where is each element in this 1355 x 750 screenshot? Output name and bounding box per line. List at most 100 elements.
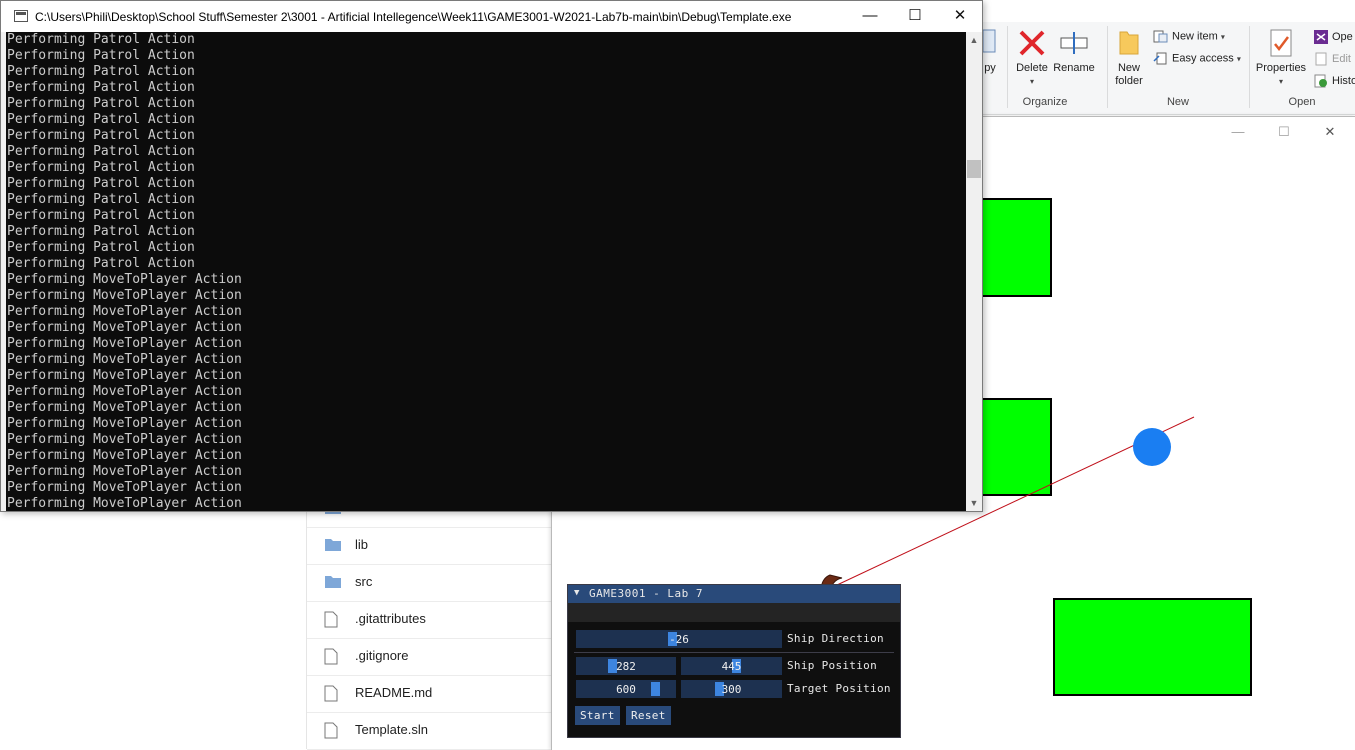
copy-icon [983,29,996,53]
console-line: Performing MoveToPlayer Action [7,304,242,319]
easy-access-button[interactable]: Easy access ▾ [1153,52,1241,65]
delete-button[interactable]: Delete ▾ [1011,28,1053,88]
list-item[interactable]: lib [307,527,553,565]
open-button[interactable]: Ope [1314,30,1353,44]
collapse-arrow-icon[interactable]: ▼ [574,588,579,598]
console-line: Performing Patrol Action [7,80,195,95]
console-scrollbar[interactable]: ▲ ▼ [966,32,982,511]
imgui-title: GAME3001 - Lab 7 [589,587,703,600]
ship-direction-label: Ship Direction [787,632,884,645]
console-line: Performing Patrol Action [7,96,195,111]
open-label: Ope [1332,30,1353,43]
console-line: Performing MoveToPlayer Action [7,480,242,495]
target-position-x-slider[interactable]: 600 [576,680,676,698]
console-line: Performing Patrol Action [7,176,195,191]
obstacle-box [971,398,1052,496]
console-line: Performing Patrol Action [7,224,195,239]
console-line: Performing MoveToPlayer Action [7,400,242,415]
console-line: Performing Patrol Action [7,128,195,143]
properties-button[interactable]: Properties ▾ [1253,28,1309,88]
properties-icon [1270,29,1292,57]
obstacle-box [971,198,1052,297]
ship-position-y-slider[interactable]: 445 [681,657,782,675]
console-titlebar[interactable]: C:\Users\Phili\Desktop\School Stuff\Seme… [1,1,982,32]
new-folder-button[interactable]: New folder [1111,28,1147,88]
reset-button[interactable]: Reset [626,706,671,725]
new-item-button[interactable]: New item ▾ [1153,30,1225,43]
console-line: Performing Patrol Action [7,144,195,159]
list-item[interactable]: Template.sln [307,712,553,750]
imgui-titlebar[interactable]: ▼ GAME3001 - Lab 7 [568,585,900,603]
console-lines: Performing Patrol Action Performing Patro… [7,32,242,511]
history-label: Histo [1332,74,1355,87]
file-icon [324,611,338,628]
ship-position-x-value: 282 [616,660,636,673]
console-app-icon [14,10,28,22]
console-line: Performing Patrol Action [7,208,195,223]
group-open-label: Open [1288,96,1316,108]
console-window[interactable]: C:\Users\Phili\Desktop\School Stuff\Seme… [0,0,983,512]
group-new-label: New [1166,96,1189,108]
scrollbar-thumb[interactable] [967,160,981,178]
edit-label: Edit [1332,52,1351,65]
easy-access-icon [1153,52,1167,65]
file-icon [324,648,338,665]
copy-label: py [984,62,996,74]
separator [574,652,894,653]
new-folder-label: New folder [1115,62,1143,87]
file-name: .gitattributes [355,611,426,626]
console-line: Performing MoveToPlayer Action [7,432,242,447]
ship-direction-slider[interactable]: -26 [576,630,782,648]
console-line: Performing MoveToPlayer Action [7,384,242,399]
rename-button[interactable]: Rename [1053,28,1095,75]
list-item[interactable]: .gitignore [307,638,553,676]
console-line: Performing Patrol Action [7,256,195,271]
console-output[interactable]: Performing Patrol Action Performing Patro… [6,32,966,511]
copy-button[interactable]: py [983,28,997,75]
history-icon [1314,74,1327,88]
delete-icon [1019,30,1045,56]
close-button[interactable]: ✕ [937,1,983,31]
list-item[interactable]: src [307,564,553,602]
target-position-y-slider[interactable]: 300 [681,680,782,698]
ship-direction-value: -26 [669,633,689,646]
group-organize-label: Organize [1022,96,1068,108]
folder-icon [1119,31,1139,55]
delete-label: Delete [1016,62,1048,74]
list-item[interactable]: README.md [307,675,553,713]
file-name: Template.sln [355,722,428,737]
console-line: Performing MoveToPlayer Action [7,368,242,383]
file-icon [324,685,338,702]
file-name: src [355,574,373,589]
console-line: Performing Patrol Action [7,32,195,47]
rename-label: Rename [1053,62,1095,74]
imgui-panel[interactable]: ▼ GAME3001 - Lab 7 -26 Ship Direction 28… [567,584,901,738]
console-line: Performing MoveToPlayer Action [7,336,242,351]
new-item-label: New item [1172,30,1218,43]
visual-studio-icon [1314,30,1328,44]
console-line: Performing MoveToPlayer Action [7,416,242,431]
scroll-up-icon[interactable]: ▲ [966,32,982,48]
console-line: Performing Patrol Action [7,48,195,63]
console-line: Performing MoveToPlayer Action [7,272,242,287]
scroll-down-icon[interactable]: ▼ [966,495,982,511]
file-name: .gitignore [355,648,409,663]
properties-label: Properties [1255,62,1307,74]
chevron-down-icon: ▾ [1236,54,1241,64]
target-position-label: Target Position [787,682,891,695]
target-position-y-value: 300 [721,683,742,696]
maximize-button[interactable]: ☐ [892,1,938,31]
console-line: Performing MoveToPlayer Action [7,288,242,303]
console-line: Performing Patrol Action [7,112,195,127]
history-button[interactable]: Histo [1314,74,1355,88]
minimize-button[interactable]: — [847,1,893,31]
target-circle [1133,428,1171,466]
start-button[interactable]: Start [575,706,620,725]
edit-button[interactable]: Edit [1314,52,1351,66]
console-line: Performing MoveToPlayer Action [7,464,242,479]
console-line: Performing Patrol Action [7,192,195,207]
console-line: Performing MoveToPlayer Action [7,448,242,463]
list-item[interactable]: .gitattributes [307,601,553,639]
rename-icon [1060,32,1088,54]
ship-position-x-slider[interactable]: 282 [576,657,676,675]
